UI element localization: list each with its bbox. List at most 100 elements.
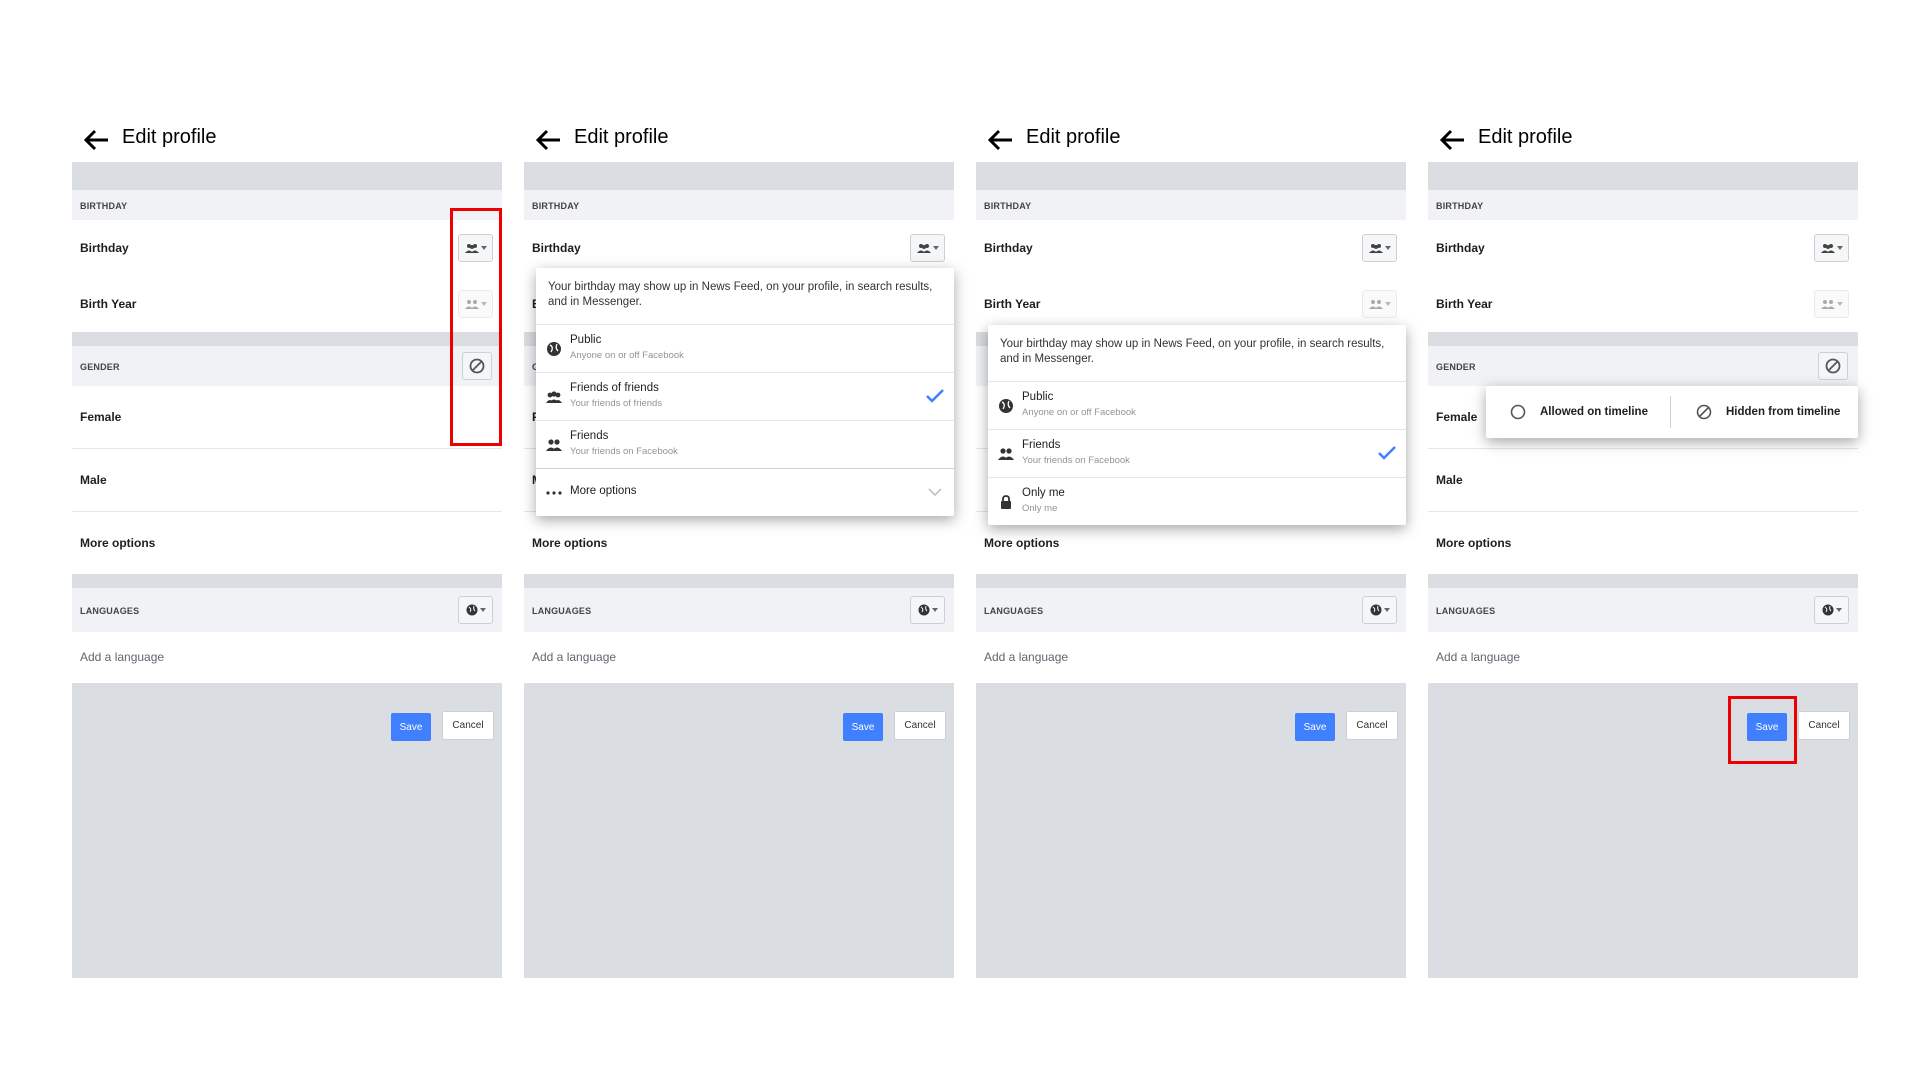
option-public[interactable]: Public Anyone on or off Facebook <box>988 381 1406 430</box>
option-friends-of-friends[interactable]: Friends of friends Your friends of frien… <box>536 372 954 421</box>
option-subtitle: Anyone on or off Facebook <box>1022 407 1136 418</box>
option-title: Friends of friends <box>570 382 659 394</box>
header: Edit profile <box>1428 120 1858 160</box>
friends-of-friends-icon <box>1368 244 1383 253</box>
row-birth-year: Birth Year <box>72 276 502 332</box>
audience-button-birthday[interactable] <box>1362 234 1397 262</box>
section-birthday: BIRTHDAY <box>1428 190 1858 220</box>
audience-button-birth-year[interactable] <box>1814 290 1849 318</box>
audience-button-birth-year[interactable] <box>1362 290 1397 318</box>
chevron-down-icon <box>928 488 942 497</box>
section-languages: LANGUAGES <box>1428 588 1858 632</box>
top-band <box>976 162 1406 190</box>
globe-icon <box>1370 604 1381 616</box>
page-title: Edit profile <box>574 126 669 148</box>
chevron-down-icon <box>931 608 938 612</box>
chevron-down-icon <box>1384 246 1391 250</box>
row-more-options[interactable]: More options <box>72 512 502 574</box>
option-title: Public <box>570 334 602 346</box>
add-language-link[interactable]: Add a language <box>1436 650 1520 664</box>
globe-icon <box>547 342 561 356</box>
option-public[interactable]: Public Anyone on or off Facebook <box>536 324 954 373</box>
cancel-button[interactable]: Cancel <box>1346 711 1398 740</box>
option-subtitle: Your friends on Facebook <box>1022 455 1130 466</box>
top-band <box>72 162 502 190</box>
option-more-options[interactable]: More options <box>536 468 954 517</box>
row-label: More options <box>532 536 608 550</box>
section-languages: LANGUAGES <box>72 588 502 632</box>
option-hidden-from-timeline[interactable]: Hidden from timeline <box>1696 386 1840 438</box>
option-title: More options <box>570 485 637 497</box>
row-female[interactable]: Female <box>72 386 502 448</box>
audience-button-languages[interactable] <box>1814 596 1849 624</box>
cancel-button[interactable]: Cancel <box>1798 711 1850 740</box>
chevron-down-icon <box>932 246 939 250</box>
add-language-link[interactable]: Add a language <box>984 650 1068 664</box>
option-label: Allowed on timeline <box>1540 406 1648 418</box>
audience-button-languages[interactable] <box>910 596 945 624</box>
friends-of-friends-icon <box>546 391 562 403</box>
option-friends[interactable]: Friends Your friends on Facebook <box>988 429 1406 478</box>
checkmark-icon <box>1378 446 1396 460</box>
section-label: LANGUAGES <box>984 606 1044 616</box>
section-languages: LANGUAGES <box>976 588 1406 632</box>
cancel-button[interactable]: Cancel <box>442 711 494 740</box>
panel-3: Edit profile BIRTHDAY Birthday Birth Yea… <box>976 120 1406 978</box>
chevron-down-icon <box>1384 302 1391 306</box>
option-allowed-on-timeline[interactable]: Allowed on timeline <box>1510 386 1648 438</box>
row-birthday: Birthday <box>1428 220 1858 276</box>
section-birthday: BIRTHDAY <box>72 190 502 220</box>
gender-visibility-button[interactable] <box>1818 352 1848 380</box>
row-male[interactable]: Male <box>1428 449 1858 511</box>
row-birth-year: Birth Year <box>976 276 1406 332</box>
audience-button-birthday[interactable] <box>1814 234 1849 262</box>
option-only-me[interactable]: Only me Only me <box>988 477 1406 526</box>
audience-dropdown: Your birthday may show up in News Feed, … <box>536 268 954 516</box>
row-label: Birthday <box>80 241 129 255</box>
save-button[interactable]: Save <box>1295 713 1335 741</box>
option-title: Public <box>1022 391 1054 403</box>
audience-button-languages[interactable] <box>1362 596 1397 624</box>
row-male[interactable]: Male <box>72 449 502 511</box>
back-arrow-icon[interactable] <box>1438 128 1466 152</box>
friends-icon <box>546 439 562 451</box>
option-subtitle: Anyone on or off Facebook <box>570 350 684 361</box>
header: Edit profile <box>72 120 502 160</box>
top-band <box>524 162 954 190</box>
row-add-language[interactable]: Add a language <box>976 632 1406 683</box>
option-friends[interactable]: Friends Your friends on Facebook <box>536 420 954 469</box>
add-language-link[interactable]: Add a language <box>80 650 164 664</box>
band <box>72 332 502 346</box>
band <box>524 574 954 588</box>
audience-button-birthday[interactable] <box>910 234 945 262</box>
back-arrow-icon[interactable] <box>534 128 562 152</box>
row-label: Birth Year <box>984 297 1041 311</box>
checkmark-icon <box>926 389 944 403</box>
chevron-down-icon <box>479 608 486 612</box>
row-add-language[interactable]: Add a language <box>72 632 502 683</box>
section-label: LANGUAGES <box>1436 606 1496 616</box>
section-gender: GENDER <box>72 346 502 386</box>
option-subtitle: Only me <box>1022 503 1058 514</box>
save-button[interactable]: Save <box>843 713 883 741</box>
section-label: BIRTHDAY <box>532 201 580 211</box>
panel-2: Edit profile BIRTHDAY Birthday Birth Yea… <box>524 120 954 978</box>
row-add-language[interactable]: Add a language <box>524 632 954 683</box>
back-arrow-icon[interactable] <box>82 128 110 152</box>
timeline-popover: Allowed on timeline Hidden from timeline <box>1486 386 1858 438</box>
top-band <box>1428 162 1858 190</box>
save-button[interactable]: Save <box>391 713 431 741</box>
back-arrow-icon[interactable] <box>986 128 1014 152</box>
audience-button-languages[interactable] <box>458 596 493 624</box>
section-label: GENDER <box>1436 362 1476 372</box>
row-more-options[interactable]: More options <box>1428 512 1858 574</box>
audience-dropdown: Your birthday may show up in News Feed, … <box>988 325 1406 525</box>
row-add-language[interactable]: Add a language <box>1428 632 1858 683</box>
cancel-button[interactable]: Cancel <box>894 711 946 740</box>
row-more-options[interactable]: More options <box>524 512 954 574</box>
row-label: Female <box>80 410 122 424</box>
globe-icon <box>466 604 477 616</box>
row-label: Birthday <box>532 241 581 255</box>
add-language-link[interactable]: Add a language <box>532 650 616 664</box>
section-label: LANGUAGES <box>532 606 592 616</box>
